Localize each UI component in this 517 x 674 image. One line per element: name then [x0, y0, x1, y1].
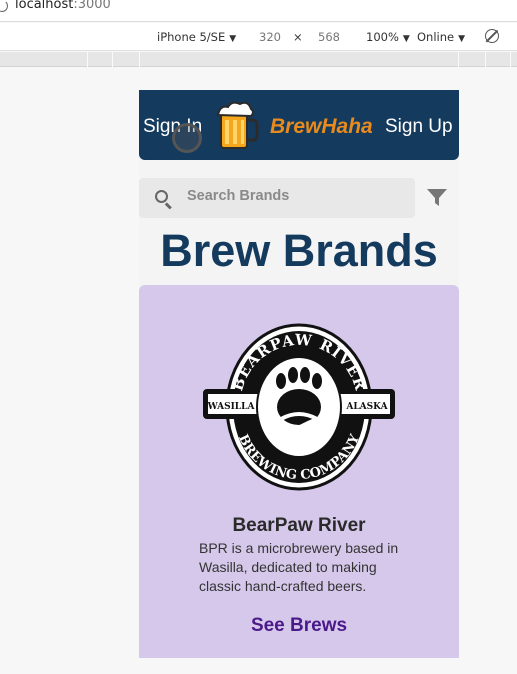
page-title: Brew Brands — [160, 225, 438, 276]
beer-mug-icon[interactable] — [215, 100, 259, 150]
brand-card-title: BearPaw River — [232, 515, 366, 536]
ruler-segment — [510, 52, 511, 67]
brand-card-description: BPR is a microbrewery based in Wasilla, … — [199, 540, 399, 594]
see-brews-link[interactable]: See Brews — [139, 615, 459, 637]
filter-icon[interactable] — [427, 189, 447, 207]
brand-logo: BEARPAW RIVER BREWING COMPANY WASILLA AL… — [203, 323, 395, 491]
zoom-label: 100% — [366, 30, 399, 44]
dimension-separator: × — [293, 30, 303, 44]
search-input[interactable] — [187, 188, 397, 204]
ruler-segment — [458, 52, 459, 67]
chevron-down-icon: ▼ — [402, 34, 410, 44]
url-text[interactable]: localhost:3000 — [15, 0, 111, 12]
search-box[interactable] — [139, 178, 415, 218]
reload-icon[interactable] — [0, 0, 8, 12]
device-label: iPhone 5/SE — [157, 30, 226, 44]
device-select[interactable]: iPhone 5/SE ▼ — [157, 30, 236, 44]
rotate-icon[interactable] — [485, 29, 499, 43]
logo-right-text: ALASKA — [345, 402, 388, 412]
network-select[interactable]: Online ▼ — [417, 30, 465, 44]
touch-cursor — [172, 123, 202, 153]
device-toolbar: iPhone 5/SE ▼ 320 × 568 100% ▼ Online ▼ — [0, 23, 517, 51]
phone-viewport: Sign In BrewHaha Sign Up Brew Brands — [139, 90, 459, 658]
chevron-down-icon: ▼ — [458, 34, 466, 44]
browser-url-bar[interactable]: localhost:3000 — [0, 0, 517, 22]
brand-name[interactable]: BrewHaha — [270, 115, 373, 139]
ruler-segment — [139, 52, 140, 67]
viewport-height[interactable]: 568 — [318, 30, 340, 44]
logo-left-text: WASILLA — [207, 402, 256, 412]
ruler-segment — [112, 52, 113, 67]
viewport-width[interactable]: 320 — [259, 30, 281, 44]
ruler-segment — [87, 52, 88, 67]
chevron-down-icon: ▼ — [229, 34, 237, 44]
navbar: Sign In BrewHaha Sign Up — [139, 90, 459, 160]
network-label: Online — [417, 30, 455, 44]
url-port: :3000 — [73, 0, 111, 12]
media-query-ruler[interactable] — [0, 52, 517, 67]
ruler-segment — [485, 52, 486, 67]
zoom-select[interactable]: 100% ▼ — [366, 30, 410, 44]
sign-up-link[interactable]: Sign Up — [385, 116, 453, 138]
brand-card: BEARPAW RIVER BREWING COMPANY WASILLA AL… — [139, 285, 459, 658]
search-icon — [155, 190, 168, 203]
url-host: localhost — [15, 0, 74, 12]
